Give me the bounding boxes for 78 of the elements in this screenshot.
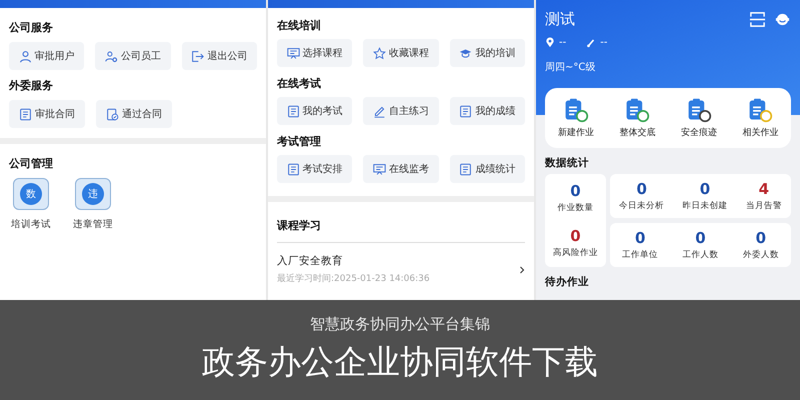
menu-item[interactable]: 考试安排: [277, 155, 352, 183]
stat-value: 0: [570, 182, 581, 200]
stat-value: 0: [756, 229, 766, 247]
course-item[interactable]: 入厂安全教育 最近学习时间:2025-01-23 14:06:36: [277, 250, 525, 285]
stat-label: 当月告警: [746, 200, 782, 212]
document-icon: [459, 104, 472, 118]
stat-value: 0: [695, 229, 706, 247]
clipboard-icon: [562, 97, 589, 123]
location-text: --: [559, 37, 566, 48]
clipboard-icon: [624, 97, 650, 123]
stat-label: 昨日未创建: [682, 200, 728, 212]
menu-item[interactable]: 自主练习: [363, 97, 439, 125]
stat-label: 作业数量: [558, 202, 594, 214]
document-icon: [459, 162, 472, 176]
section-title: 在线培训: [277, 18, 322, 33]
menu-item[interactable]: 成绩统计: [450, 155, 525, 183]
action-button[interactable]: 新建作业: [558, 97, 594, 139]
graduation-cap-icon: [459, 46, 472, 60]
menu-item[interactable]: 审批合同: [9, 100, 85, 128]
user-gear-icon: [104, 50, 118, 62]
menu-item[interactable]: 我的成绩: [450, 97, 525, 125]
stat-label: 工作单位: [622, 249, 658, 261]
clipboard-icon: [747, 97, 774, 123]
headset-icon[interactable]: [774, 11, 791, 28]
badge-icon: 数: [13, 178, 49, 210]
forecast-text: 周四~°C级: [545, 61, 596, 74]
pencil-icon: [372, 104, 386, 118]
menu-item[interactable]: 退出公司: [182, 42, 257, 70]
menu-item[interactable]: 通过合同: [96, 100, 172, 128]
section-title: 考试管理: [277, 134, 322, 149]
banner-subtitle: 智慧政务协同办公平台集锦: [310, 315, 490, 334]
document-check-icon: [106, 108, 119, 120]
stat-label: 高风险作业: [553, 247, 598, 260]
menu-item[interactable]: 选择课程: [277, 39, 352, 67]
section-title: 在线考试: [277, 76, 322, 91]
user-icon: [18, 50, 32, 62]
stat-value: 0: [636, 180, 647, 198]
stat-label: 今日未分析: [619, 200, 664, 212]
menu-item[interactable]: 审批用户: [9, 42, 84, 70]
section-title: 待办作业: [545, 275, 590, 289]
course-name: 入厂安全教育: [277, 254, 344, 268]
stat-value: 0: [570, 227, 581, 246]
scan-icon[interactable]: [749, 11, 766, 28]
banner-title: 政务办公企业协同软件下载: [202, 341, 598, 383]
menu-item[interactable]: 我的培训: [450, 39, 525, 67]
section-title: 公司管理: [9, 156, 54, 171]
action-button[interactable]: 相关作业: [742, 97, 778, 139]
exit-icon: [191, 50, 204, 62]
menu-item[interactable]: 在线监考: [363, 155, 439, 183]
menu-item[interactable]: 公司员工: [95, 42, 171, 70]
section-title: 课程学习: [277, 218, 525, 243]
monitor-icon: [286, 46, 300, 60]
document-icon: [286, 104, 300, 118]
monitor-icon: [372, 162, 386, 176]
clipboard-icon: [686, 97, 712, 123]
stat-value: 4: [758, 180, 770, 198]
badge-icon: 违: [75, 178, 111, 210]
stat-value: 0: [700, 180, 710, 198]
stat-label: 工作人数: [682, 249, 718, 261]
chevron-icon: [519, 264, 525, 274]
app-shortcut[interactable]: 数 培训考试: [11, 178, 51, 231]
section-title: 公司服务: [9, 20, 54, 35]
menu-item[interactable]: 我的考试: [277, 97, 352, 125]
action-button[interactable]: 整体交底: [619, 97, 656, 139]
section-title: 外委服务: [9, 78, 54, 93]
stat-label: 外委人数: [742, 249, 779, 261]
action-button[interactable]: 安全痕迹: [680, 97, 717, 139]
app-shortcut[interactable]: 违 违章管理: [73, 178, 113, 231]
document-icon: [286, 162, 300, 176]
stat-value: 0: [634, 229, 646, 247]
menu-item[interactable]: 收藏课程: [363, 39, 439, 67]
location-pin-icon: [545, 37, 555, 48]
section-title: 数据统计: [545, 156, 590, 170]
star-icon: [372, 46, 386, 60]
weather-text: --: [600, 37, 608, 48]
page-title: 测试: [545, 10, 575, 29]
study-time: 最近学习时间:2025-01-23 14:06:36: [277, 272, 430, 285]
document-icon: [19, 108, 32, 120]
